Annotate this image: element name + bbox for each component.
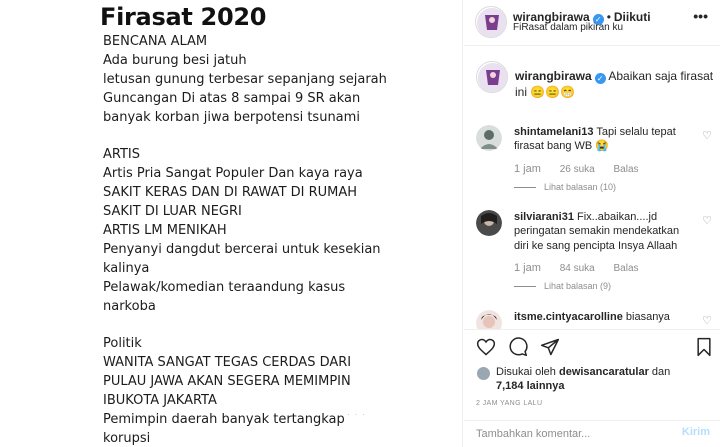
post-text-line: Politik <box>103 336 142 352</box>
post-actions <box>464 329 720 365</box>
post-text-line: letusan gunung terbesar sepanjang sejara… <box>103 71 387 87</box>
verified-icon: ✓ <box>594 73 606 84</box>
comment-like-icon[interactable]: ♡ <box>702 314 712 327</box>
view-replies-label: Lihat balasan (10) <box>544 182 617 192</box>
likes-prefix: Disukai oleh <box>496 366 556 378</box>
post-side-panel: wirangbirawa ✓ • Diikuti FiRasat dalam piki… <box>464 0 720 447</box>
commenter-avatar[interactable] <box>476 125 502 151</box>
post-text-line <box>103 128 462 147</box>
post-text-line: Penyanyi dangdut bercerai untuk kesekian <box>103 241 381 257</box>
post-comment-button[interactable]: Kirim <box>682 426 710 438</box>
reply-button[interactable]: Balas <box>614 164 639 175</box>
comment-input[interactable] <box>476 426 676 442</box>
post-text-line: Artis Pria Sangat Populer Dan kaya raya <box>103 166 363 182</box>
commenter-avatar[interactable] <box>476 310 502 329</box>
liker-avatar[interactable] <box>476 366 491 381</box>
post-text-line: SAKIT KERAS DAN DI RAWAT DI RUMAH <box>103 185 358 201</box>
caption-avatar[interactable] <box>476 61 508 93</box>
comment-text: shintamelani13 Tapi selalu tepat firasat… <box>514 125 686 154</box>
bookmark-icon[interactable] <box>696 337 712 362</box>
comment-username[interactable]: silviarani31 <box>514 211 574 223</box>
post-text-line: Pemimpin daerah banyak tertangkap <box>103 412 345 428</box>
post-text-line: BENCANA ALAM <box>103 34 208 49</box>
post-text-line: PULAU JAWA AKAN SEGERA MEMIMPIN <box>103 374 351 390</box>
replies-divider <box>514 286 536 288</box>
post-text: BENCANA ALAM Ada burung besi jatuh letusan… <box>103 33 462 447</box>
reply-button[interactable]: Balas <box>614 263 639 274</box>
replies-divider <box>514 187 536 189</box>
post-text-line: banyak korban jiwa berpotensi tsunami <box>103 109 360 125</box>
posted-time[interactable]: 2 JAM YANG LALU <box>476 400 542 407</box>
caption-username[interactable]: wirangbirawa <box>515 69 592 83</box>
post-text-line: SAKIT DI LUAR NEGRI <box>103 204 242 220</box>
post-image[interactable]: Firasat 2020 BENCANA ALAM Ada burung besi… <box>0 0 463 447</box>
comment-meta: 1 jam 84 suka Balas <box>514 262 639 274</box>
comment-username[interactable]: shintamelani13 <box>514 126 593 138</box>
post-text-line: korupsi <box>103 431 151 446</box>
post-text-line: kalinya <box>103 260 150 276</box>
post-text-line: narkoba <box>103 298 156 314</box>
like-icon[interactable] <box>476 337 496 362</box>
liker-username[interactable]: dewisancaratular <box>559 366 649 378</box>
post-text-line: WANITA SANGAT TEGAS CERDAS DARI <box>103 355 352 371</box>
view-replies-label: Lihat balasan (9) <box>544 281 612 291</box>
likes-conjunction: dan <box>651 366 671 378</box>
comment-body: biasanya <box>625 311 670 323</box>
author-avatar[interactable] <box>475 6 507 38</box>
comment-time[interactable]: 1 jam <box>514 262 541 274</box>
comment-item: shintamelani13 Tapi selalu tepat firasat… <box>476 125 716 195</box>
comment-likes[interactable]: 26 suka <box>560 164 595 175</box>
commenter-avatar[interactable] <box>476 210 502 236</box>
comment-like-icon[interactable]: ♡ <box>702 214 712 227</box>
post-text-line: Ada burung besi jatuh <box>103 52 247 68</box>
share-icon[interactable] <box>540 337 560 362</box>
post-text-line: Pelawak/komedian teraandung kasus <box>103 279 346 295</box>
post-text-line: Guncangan Di atas 8 sampai 9 SR akan <box>103 90 361 106</box>
post-header: wirangbirawa ✓ • Diikuti FiRasat dalam piki… <box>464 0 720 46</box>
post-text-line <box>103 317 462 336</box>
post-text-line: IBUKOTA JAKARTA <box>103 393 217 409</box>
comments-list[interactable]: wirangbirawa ✓ Abaikan saja firasat ini 😑… <box>464 47 720 329</box>
comment-like-icon[interactable]: ♡ <box>702 129 712 142</box>
post-title: Firasat 2020 <box>100 3 267 31</box>
comment-icon[interactable] <box>508 337 528 362</box>
comment-item: itsme.cintyacarolline biasanya ♡ <box>476 310 716 329</box>
view-replies-button[interactable]: Lihat balasan (9) <box>514 281 611 291</box>
watermark: · · · <box>347 409 366 419</box>
comment-likes[interactable]: 84 suka <box>560 263 595 274</box>
comment-text: silviarani31 Fix..abaikan....jd peringat… <box>514 210 686 253</box>
post-text-line: ARTIS LM MENIKAH <box>103 223 227 239</box>
comment-username[interactable]: itsme.cintyacarolline <box>514 311 623 323</box>
post-location[interactable]: FiRasat dalam pikiran ku <box>513 22 623 33</box>
comment-text: itsme.cintyacarolline biasanya <box>514 310 714 324</box>
more-options-icon[interactable]: ••• <box>693 8 708 24</box>
view-replies-button[interactable]: Lihat balasan (10) <box>514 182 616 192</box>
comment-meta: 1 jam 26 suka Balas <box>514 163 639 175</box>
add-comment-bar: Kirim <box>464 420 720 447</box>
caption-text: wirangbirawa ✓ Abaikan saja firasat ini 😑… <box>515 68 715 100</box>
comment-item: silviarani31 Fix..abaikan....jd peringat… <box>476 210 716 294</box>
post-text-line: ARTIS <box>103 147 141 163</box>
comment-time[interactable]: 1 jam <box>514 163 541 175</box>
likes-count[interactable]: 7,184 lainnya <box>496 380 565 392</box>
